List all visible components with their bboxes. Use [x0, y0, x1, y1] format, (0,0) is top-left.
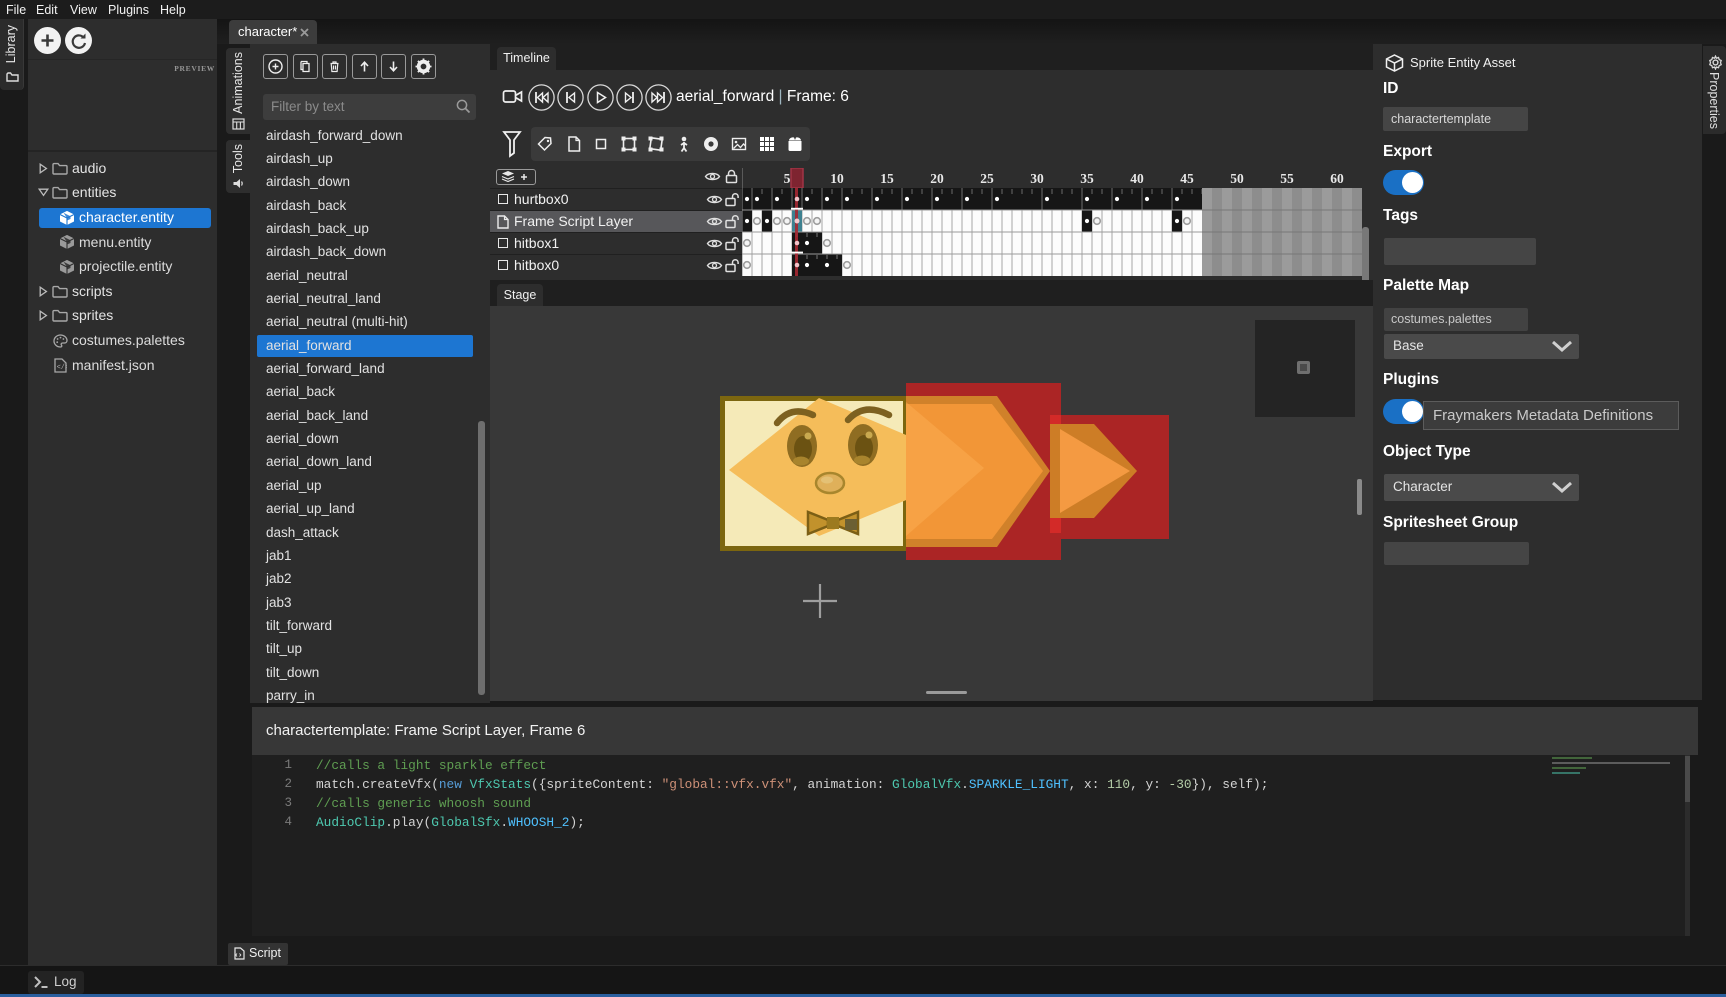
svg-text:10: 10 — [830, 171, 844, 186]
svg-text:35: 35 — [1080, 171, 1094, 186]
svg-text:25: 25 — [980, 171, 994, 186]
svg-text:60: 60 — [1330, 171, 1344, 186]
svg-text:</>: </> — [57, 364, 67, 372]
svg-text:40: 40 — [1130, 171, 1144, 186]
svg-text:30: 30 — [1030, 171, 1044, 186]
svg-text:50: 50 — [1230, 171, 1244, 186]
svg-text:15: 15 — [880, 171, 894, 186]
svg-text:45: 45 — [1180, 171, 1194, 186]
svg-text:5: 5 — [784, 171, 791, 186]
svg-text:55: 55 — [1280, 171, 1294, 186]
svg-text:20: 20 — [930, 171, 944, 186]
